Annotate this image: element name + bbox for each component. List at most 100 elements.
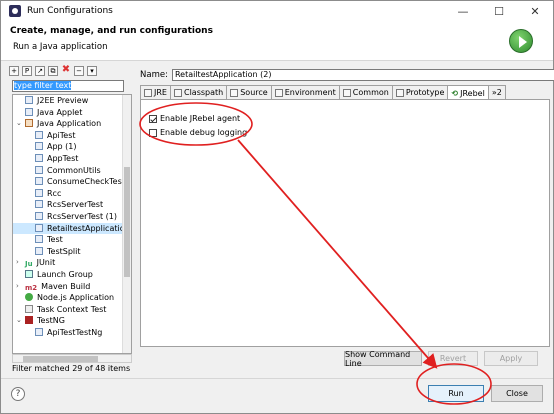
config-tabs: JRE Classpath Source Environment Common Proto… <box>140 85 506 100</box>
eclipse-app-icon <box>9 5 21 17</box>
window-title: Run Configurations <box>27 6 113 16</box>
tree-item-label: Rcc <box>47 188 62 198</box>
java-config-icon <box>35 188 43 197</box>
enable-debug-logging-label: Enable debug logging <box>160 128 248 137</box>
tree-item[interactable]: App (1) <box>13 141 131 153</box>
tab-jrebel[interactable]: ⟲ JRebel <box>447 85 489 100</box>
tree-item[interactable]: ApiTestTestNg <box>13 327 131 339</box>
duplicate-icon[interactable]: ⧉ <box>48 66 58 76</box>
tab-label: JRE <box>154 88 167 97</box>
java-config-icon <box>35 177 43 186</box>
tree-item[interactable]: Launch Group <box>13 269 131 281</box>
java-config-icon <box>35 200 43 209</box>
run-button[interactable]: Run <box>428 385 484 402</box>
name-field[interactable]: RetailtestApplication (2) <box>171 69 554 81</box>
scrollbar-thumb[interactable] <box>23 356 98 362</box>
tree-item[interactable]: TestSplit <box>13 246 131 258</box>
run-large-icon <box>509 29 533 53</box>
junit-icon: Ju <box>25 260 33 269</box>
filter-input[interactable]: type filter text <box>12 80 124 92</box>
tree-item-label: AppTest <box>47 153 79 163</box>
tree-item-label: ApiTest <box>47 130 76 140</box>
tab-environment[interactable]: Environment <box>270 85 340 99</box>
tree-item[interactable]: Node.js Application <box>13 292 131 304</box>
environment-tab-icon <box>274 88 283 97</box>
tab-2[interactable]: »2 <box>487 85 506 99</box>
tab-prototype[interactable]: Prototype <box>391 85 449 99</box>
export-icon[interactable]: ↗ <box>35 66 45 76</box>
tree-item-label: CommonUtils <box>47 165 101 175</box>
jrebel-tab-icon: ⟲ <box>451 89 459 98</box>
tree-item-label: J2EE Preview <box>37 96 89 105</box>
tree-item[interactable]: J2EE Preview <box>13 95 131 107</box>
enable-debug-logging-checkbox[interactable]: Enable debug logging <box>149 128 247 137</box>
show-command-line-button[interactable]: Show Command Line <box>344 350 422 368</box>
header-banner: Create, manage, and run configurations R… <box>1 21 553 61</box>
configuration-tree: J2EE Preview Java Applet ⌄ Java Application… <box>12 94 132 354</box>
tree-item[interactable]: › Ju JUnit <box>13 257 131 269</box>
tree-horizontal-scrollbar[interactable] <box>12 354 132 363</box>
new-prototype-icon[interactable]: P <box>22 66 32 76</box>
tree-item-label: TestNG <box>37 316 65 326</box>
tree-item-label: Task Context Test <box>37 304 107 314</box>
help-icon[interactable]: ? <box>11 387 25 401</box>
expand-arrow-icon[interactable]: ⌄ <box>16 315 22 327</box>
java-config-icon <box>35 246 43 255</box>
minimize-button[interactable]: — <box>445 1 481 21</box>
close-button[interactable]: Close <box>491 385 543 402</box>
scrollbar-thumb[interactable] <box>124 167 130 277</box>
run-configurations-dialog: Run Configurations — ☐ ✕ Create, manage,… <box>0 0 554 414</box>
tree-item-label: Launch Group <box>37 269 93 279</box>
tab-source[interactable]: Source <box>226 85 272 99</box>
tree-item[interactable]: ConsumeCheckTest (1 <box>13 176 131 188</box>
tab-common[interactable]: Common <box>338 85 393 99</box>
expand-arrow-icon[interactable]: ⌄ <box>16 118 22 130</box>
tree-item[interactable]: Test <box>13 234 131 246</box>
new-config-icon[interactable]: + <box>9 66 19 76</box>
enable-jrebel-agent-checkbox[interactable]: Enable JRebel agent <box>149 114 240 123</box>
tab-label: Classpath <box>183 88 224 97</box>
applet-icon <box>25 107 33 116</box>
title-bar: Run Configurations — ☐ ✕ <box>1 1 553 21</box>
tree-item[interactable]: ApiTest <box>13 130 131 142</box>
common-tab-icon <box>342 88 351 97</box>
maximize-button[interactable]: ☐ <box>481 1 517 21</box>
dialog-footer: ? Run Close <box>1 378 553 414</box>
tree-item[interactable]: ⌄ TestNG <box>13 315 131 327</box>
tab-label: Source <box>240 88 268 97</box>
tree-item[interactable]: ⌄ Java Application <box>13 118 131 130</box>
checkbox-unchecked-icon[interactable] <box>149 128 157 137</box>
launch-group-icon <box>25 269 33 278</box>
filter-status: Filter matched 29 of 48 items <box>12 364 131 373</box>
collapse-all-icon[interactable]: − <box>74 66 84 76</box>
tab-jre[interactable]: JRE <box>140 85 171 99</box>
java-config-icon <box>35 153 43 162</box>
java-config-icon <box>35 165 43 174</box>
tree-item[interactable]: CommonUtils <box>13 165 131 177</box>
close-window-button[interactable]: ✕ <box>517 1 553 21</box>
delete-icon[interactable]: ✖ <box>61 65 71 76</box>
apply-button[interactable]: Apply <box>484 351 538 366</box>
tree-item-label: Node.js Application <box>37 293 115 303</box>
tree-item[interactable]: Java Applet <box>13 107 131 119</box>
tree-item[interactable]: RcsServerTest <box>13 199 131 211</box>
tree-item[interactable]: › m2 Maven Build <box>13 281 131 293</box>
collapse-arrow-icon[interactable]: › <box>16 281 19 293</box>
tree-item-label: JUnit <box>36 258 56 268</box>
tab-classpath[interactable]: Classpath <box>169 85 228 99</box>
collapse-arrow-icon[interactable]: › <box>16 257 19 269</box>
tree-item-label: TestSplit <box>47 246 81 256</box>
banner-heading: Create, manage, and run configurations <box>10 26 213 36</box>
revert-button[interactable]: Revert <box>428 351 478 366</box>
tree-item[interactable]: RcsServerTest (1) <box>13 211 131 223</box>
tree-item[interactable]: RetailtestApplication (2 <box>13 222 131 235</box>
tree-vertical-scrollbar[interactable] <box>122 95 131 353</box>
filter-icon[interactable]: ▾ <box>87 66 97 76</box>
tree-item[interactable]: AppTest <box>13 153 131 165</box>
config-toolbar: + P ↗ ⧉ ✖ − ▾ <box>6 64 133 78</box>
tree-item[interactable]: Task Context Test <box>13 304 131 316</box>
java-config-icon <box>35 130 43 139</box>
checkbox-checked-icon[interactable] <box>149 114 157 123</box>
tree-item[interactable]: Rcc <box>13 188 131 200</box>
tree-item-label: App (1) <box>47 142 77 152</box>
